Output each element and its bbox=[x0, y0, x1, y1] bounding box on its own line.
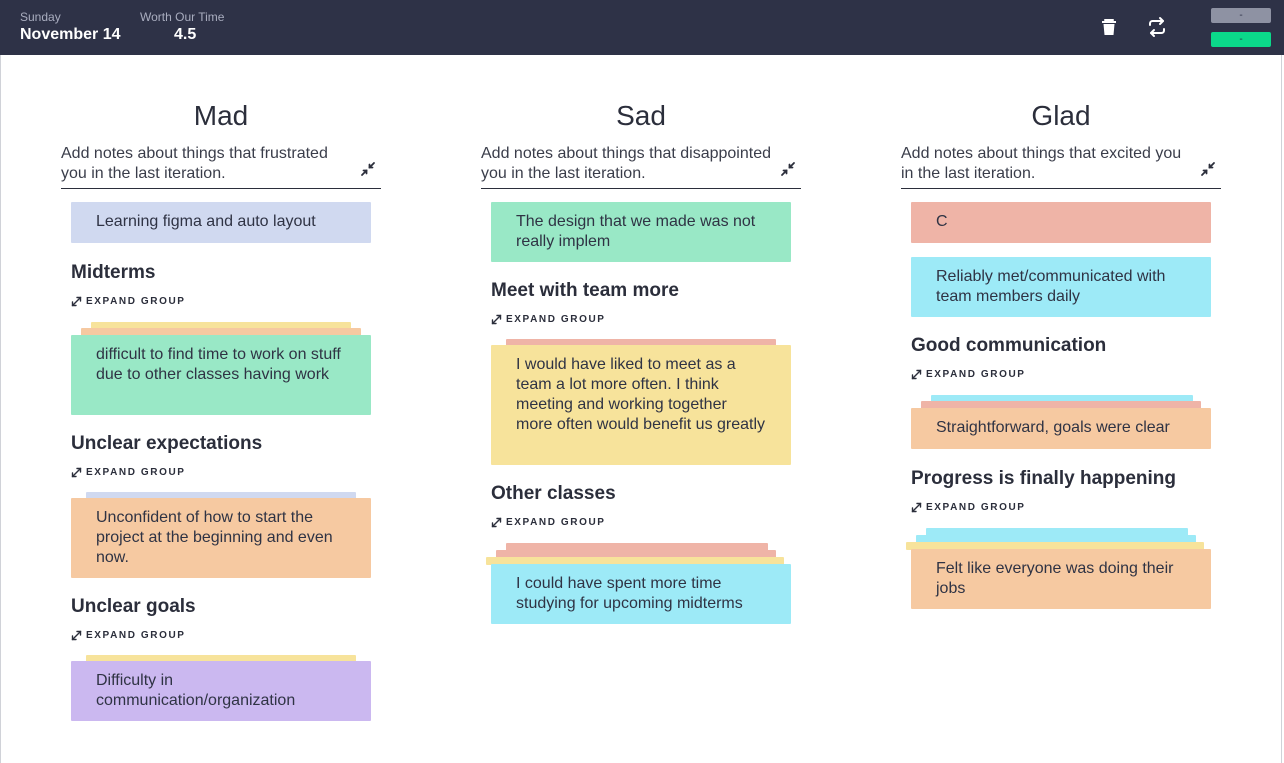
rating-label: Worth Our Time bbox=[140, 10, 225, 24]
expand-group-label: EXPAND GROUP bbox=[86, 630, 186, 641]
meeting-date: Sunday November 14 bbox=[20, 10, 121, 45]
note-card[interactable]: Unconfident of how to start the project … bbox=[71, 498, 371, 578]
group-title[interactable]: Good communication bbox=[911, 334, 1221, 358]
expand-group-label: EXPAND GROUP bbox=[926, 369, 1026, 380]
expand-icon bbox=[911, 502, 922, 513]
rating-value: 4.5 bbox=[174, 26, 197, 43]
add-note-input[interactable]: Add notes about things that excited you … bbox=[901, 143, 1221, 189]
shrink-icon[interactable] bbox=[359, 160, 377, 178]
add-note-placeholder: Add notes about things that disappointed… bbox=[481, 145, 771, 182]
secondary-action-button[interactable]: - bbox=[1211, 8, 1271, 23]
expand-group-button[interactable]: EXPAND GROUP bbox=[911, 369, 1026, 380]
expand-group-button[interactable]: EXPAND GROUP bbox=[71, 467, 186, 478]
group-title[interactable]: Other classes bbox=[491, 482, 801, 506]
expand-group-label: EXPAND GROUP bbox=[506, 517, 606, 528]
group-title[interactable]: Unclear expectations bbox=[71, 432, 381, 456]
expand-icon bbox=[71, 630, 82, 641]
expand-group-label: EXPAND GROUP bbox=[506, 314, 606, 325]
note-card[interactable]: I could have spent more time studying fo… bbox=[491, 564, 791, 624]
column-title: Mad bbox=[193, 100, 249, 131]
expand-group-button[interactable]: EXPAND GROUP bbox=[71, 630, 186, 641]
expand-group-label: EXPAND GROUP bbox=[86, 467, 186, 478]
column-glad: Glad Add notes about things that excited… bbox=[901, 55, 1221, 763]
note-card[interactable]: C bbox=[911, 202, 1211, 243]
frame-border-right bbox=[1281, 55, 1282, 763]
note-card[interactable]: Felt like everyone was doing their jobs bbox=[911, 549, 1211, 609]
frame-border-left bbox=[0, 55, 1, 763]
expand-group-button[interactable]: EXPAND GROUP bbox=[491, 314, 606, 325]
add-note-input[interactable]: Add notes about things that frustrated y… bbox=[61, 143, 381, 189]
top-bar: Sunday November 14 Worth Our Time 4.5 - … bbox=[0, 0, 1284, 55]
primary-action-button[interactable]: - bbox=[1211, 32, 1271, 47]
shrink-icon[interactable] bbox=[1199, 160, 1217, 178]
note-card[interactable]: difficult to find time to work on stuff … bbox=[71, 335, 371, 415]
column-mad: Mad Add notes about things that frustrat… bbox=[61, 55, 381, 763]
add-note-placeholder: Add notes about things that frustrated y… bbox=[61, 145, 328, 182]
group-title[interactable]: Unclear goals bbox=[71, 595, 381, 619]
note-card[interactable]: I would have liked to meet as a team a l… bbox=[491, 345, 791, 465]
column-title: Sad bbox=[616, 100, 666, 131]
column-sad: Sad Add notes about things that disappoi… bbox=[481, 55, 801, 763]
rating: Worth Our Time 4.5 bbox=[140, 10, 224, 45]
group-title[interactable]: Midterms bbox=[71, 261, 381, 285]
note-card[interactable]: The design that we made was not really i… bbox=[491, 202, 791, 262]
group-title[interactable]: Meet with team more bbox=[491, 279, 801, 303]
expand-icon bbox=[491, 314, 502, 325]
note-card[interactable]: Difficulty in communication/organization bbox=[71, 661, 371, 721]
shrink-icon[interactable] bbox=[779, 160, 797, 178]
expand-group-button[interactable]: EXPAND GROUP bbox=[491, 517, 606, 528]
add-note-input[interactable]: Add notes about things that disappointed… bbox=[481, 143, 801, 189]
note-card[interactable]: Straightforward, goals were clear bbox=[911, 408, 1211, 449]
note-card[interactable]: Reliably met/communicated with team memb… bbox=[911, 257, 1211, 317]
column-title: Glad bbox=[1031, 100, 1091, 131]
day-label: Sunday bbox=[20, 10, 61, 24]
swap-icon[interactable] bbox=[1146, 16, 1168, 38]
date-value: November 14 bbox=[20, 26, 121, 43]
expand-group-button[interactable]: EXPAND GROUP bbox=[71, 296, 186, 307]
expand-group-label: EXPAND GROUP bbox=[86, 296, 186, 307]
note-card[interactable]: Learning figma and auto layout bbox=[71, 202, 371, 243]
expand-group-button[interactable]: EXPAND GROUP bbox=[911, 502, 1026, 513]
expand-icon bbox=[71, 467, 82, 478]
expand-group-label: EXPAND GROUP bbox=[926, 502, 1026, 513]
expand-icon bbox=[71, 296, 82, 307]
group-title[interactable]: Progress is finally happening bbox=[911, 467, 1221, 491]
expand-icon bbox=[911, 369, 922, 380]
add-note-placeholder: Add notes about things that excited you … bbox=[901, 145, 1182, 182]
expand-icon bbox=[491, 517, 502, 528]
trash-icon[interactable] bbox=[1098, 16, 1120, 38]
